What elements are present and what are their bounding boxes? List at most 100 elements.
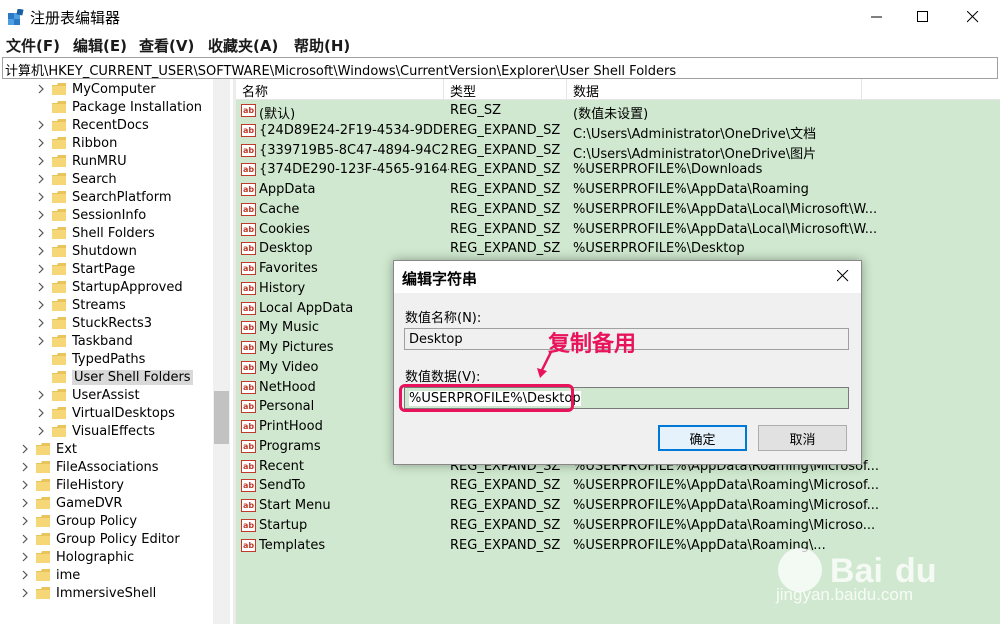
tree-item[interactable]: Shutdown xyxy=(36,242,137,260)
list-row[interactable]: ab (默认) REG_SZ (数值未设置) xyxy=(240,101,1000,122)
tree-scroll-thumb[interactable] xyxy=(214,391,229,444)
chevron-right-icon[interactable] xyxy=(36,350,46,368)
chevron-right-icon[interactable] xyxy=(36,314,46,332)
chevron-right-icon[interactable] xyxy=(20,548,30,566)
chevron-right-icon[interactable] xyxy=(36,296,46,314)
list-row[interactable]: ab Start Menu REG_EXPAND_SZ %USERPROFILE%\A… xyxy=(240,496,1000,516)
chevron-right-icon[interactable] xyxy=(36,242,46,260)
menu-help[interactable]: 帮助(H) xyxy=(294,35,350,56)
tree-item[interactable]: RunMRU xyxy=(36,152,127,170)
chevron-right-icon[interactable] xyxy=(36,278,46,296)
chevron-right-icon[interactable] xyxy=(36,224,46,242)
list-row[interactable]: ab SendTo REG_EXPAND_SZ %USERPROFILE%\AppDa… xyxy=(240,476,1000,496)
tree-item[interactable]: Shell Folders xyxy=(36,224,155,242)
chevron-right-icon[interactable] xyxy=(20,512,30,530)
close-button[interactable] xyxy=(950,0,996,33)
tree-item[interactable]: Ribbon xyxy=(36,134,117,152)
list-row[interactable]: ab Cookies REG_EXPAND_SZ %USERPROFILE%\AppD… xyxy=(240,220,1000,240)
value-name: (默认) xyxy=(259,107,296,122)
maximize-button[interactable] xyxy=(900,0,946,33)
tree-item[interactable]: FileHistory xyxy=(20,476,124,494)
chevron-right-icon[interactable] xyxy=(36,80,46,98)
list-row[interactable]: ab {374DE290-123F-4565-9164-... REG_EXPAND… xyxy=(240,160,1000,180)
tree-item[interactable]: VirtualDesktops xyxy=(36,404,175,422)
list-row[interactable]: ab {24D89E24-2F19-4534-9DDE-... REG_EXPAND… xyxy=(240,121,1000,142)
tree-item[interactable]: Package Installation xyxy=(36,98,202,116)
tree-item[interactable]: SearchPlatform xyxy=(36,188,172,206)
chevron-right-icon[interactable] xyxy=(36,368,46,386)
tree-item[interactable]: Group Policy xyxy=(20,512,137,530)
chevron-right-icon[interactable] xyxy=(20,494,30,512)
chevron-right-icon[interactable] xyxy=(36,134,46,152)
tree-item[interactable]: Holographic xyxy=(20,548,134,566)
chevron-right-icon[interactable] xyxy=(20,476,30,494)
tree-item[interactable]: Streams xyxy=(36,296,126,314)
tree-item[interactable]: FileAssociations xyxy=(20,458,159,476)
menu-favorites[interactable]: 收藏夹(A) xyxy=(208,35,278,56)
chevron-right-icon[interactable] xyxy=(36,386,46,404)
tree-item-label: StuckRects3 xyxy=(72,315,152,331)
chevron-right-icon[interactable] xyxy=(36,170,46,188)
tree-item-label: RecentDocs xyxy=(72,117,149,133)
chevron-right-icon[interactable] xyxy=(20,458,30,476)
menu-file[interactable]: 文件(F) xyxy=(6,35,60,56)
tree-item[interactable]: RecentDocs xyxy=(36,116,149,134)
string-value-icon: ab xyxy=(241,360,256,374)
tree-item[interactable]: MyComputer xyxy=(36,80,156,98)
column-separator[interactable] xyxy=(861,79,862,99)
chevron-right-icon[interactable] xyxy=(36,206,46,224)
chevron-right-icon[interactable] xyxy=(20,566,30,584)
chevron-right-icon[interactable] xyxy=(36,422,46,440)
dialog-close-icon[interactable] xyxy=(837,270,849,282)
column-separator[interactable] xyxy=(566,79,567,99)
string-value-icon: ab xyxy=(241,301,256,315)
tree-item[interactable]: TypedPaths xyxy=(36,350,145,368)
list-row[interactable]: ab {339719B5-8C47-4894-94C2-... REG_EXPAND… xyxy=(240,141,1000,162)
list-row[interactable]: ab Desktop REG_EXPAND_SZ %USERPROFILE%\Desk… xyxy=(240,239,1000,259)
menu-edit[interactable]: 编辑(E) xyxy=(73,35,127,56)
tree-item-label: VisualEffects xyxy=(72,423,155,439)
tree-item[interactable]: VisualEffects xyxy=(36,422,155,440)
tree-item[interactable]: Taskband xyxy=(36,332,133,350)
chevron-right-icon[interactable] xyxy=(20,440,30,458)
address-bar[interactable]: 计算机\HKEY_CURRENT_USER\SOFTWARE\Microsoft… xyxy=(2,57,998,79)
tree-item[interactable]: UserAssist xyxy=(36,386,140,404)
tree-item[interactable]: User Shell Folders xyxy=(36,368,193,386)
tree-pane[interactable]: MyComputer Package Installation RecentDocs… xyxy=(0,79,232,624)
chevron-right-icon[interactable] xyxy=(36,116,46,134)
tree-item[interactable]: StuckRects3 xyxy=(36,314,152,332)
tree-item[interactable]: Group Policy Editor xyxy=(20,530,180,548)
chevron-right-icon[interactable] xyxy=(36,98,46,116)
column-separator[interactable] xyxy=(443,79,444,99)
tree-item[interactable]: ImmersiveShell xyxy=(20,584,156,602)
title-bar: 注册表编辑器 xyxy=(0,0,1000,33)
tree-item[interactable]: Ext xyxy=(20,440,77,458)
tree-item[interactable]: GameDVR xyxy=(20,494,122,512)
tree-item[interactable]: StartupApproved xyxy=(36,278,183,296)
column-name-header[interactable]: 名称 xyxy=(242,81,268,100)
tree-item[interactable]: Search xyxy=(36,170,117,188)
string-value-icon: ab xyxy=(241,104,256,117)
ok-button[interactable]: 确定 xyxy=(658,425,747,451)
menu-view[interactable]: 查看(V) xyxy=(139,35,194,56)
chevron-right-icon[interactable] xyxy=(36,152,46,170)
chevron-right-icon[interactable] xyxy=(36,188,46,206)
chevron-right-icon[interactable] xyxy=(20,530,30,548)
tree-item[interactable]: SessionInfo xyxy=(36,206,146,224)
cancel-button[interactable]: 取消 xyxy=(758,425,847,451)
tree-item[interactable]: StartPage xyxy=(36,260,135,278)
column-type-header[interactable]: 类型 xyxy=(450,81,476,100)
tree-scrollbar[interactable] xyxy=(213,79,230,624)
chevron-right-icon[interactable] xyxy=(36,260,46,278)
list-row[interactable]: ab AppData REG_EXPAND_SZ %USERPROFILE%\AppD… xyxy=(240,180,1000,200)
chevron-right-icon[interactable] xyxy=(36,404,46,422)
chevron-right-icon[interactable] xyxy=(36,332,46,350)
minimize-button[interactable] xyxy=(854,0,900,33)
list-row[interactable]: ab Cache REG_EXPAND_SZ %USERPROFILE%\AppDat… xyxy=(240,200,1000,220)
folder-icon xyxy=(52,317,66,329)
tree-item[interactable]: ime xyxy=(20,566,80,584)
chevron-right-icon[interactable] xyxy=(20,584,30,602)
column-data-header[interactable]: 数据 xyxy=(573,81,599,100)
folder-icon xyxy=(52,371,66,383)
string-value-icon: ab xyxy=(241,242,256,256)
